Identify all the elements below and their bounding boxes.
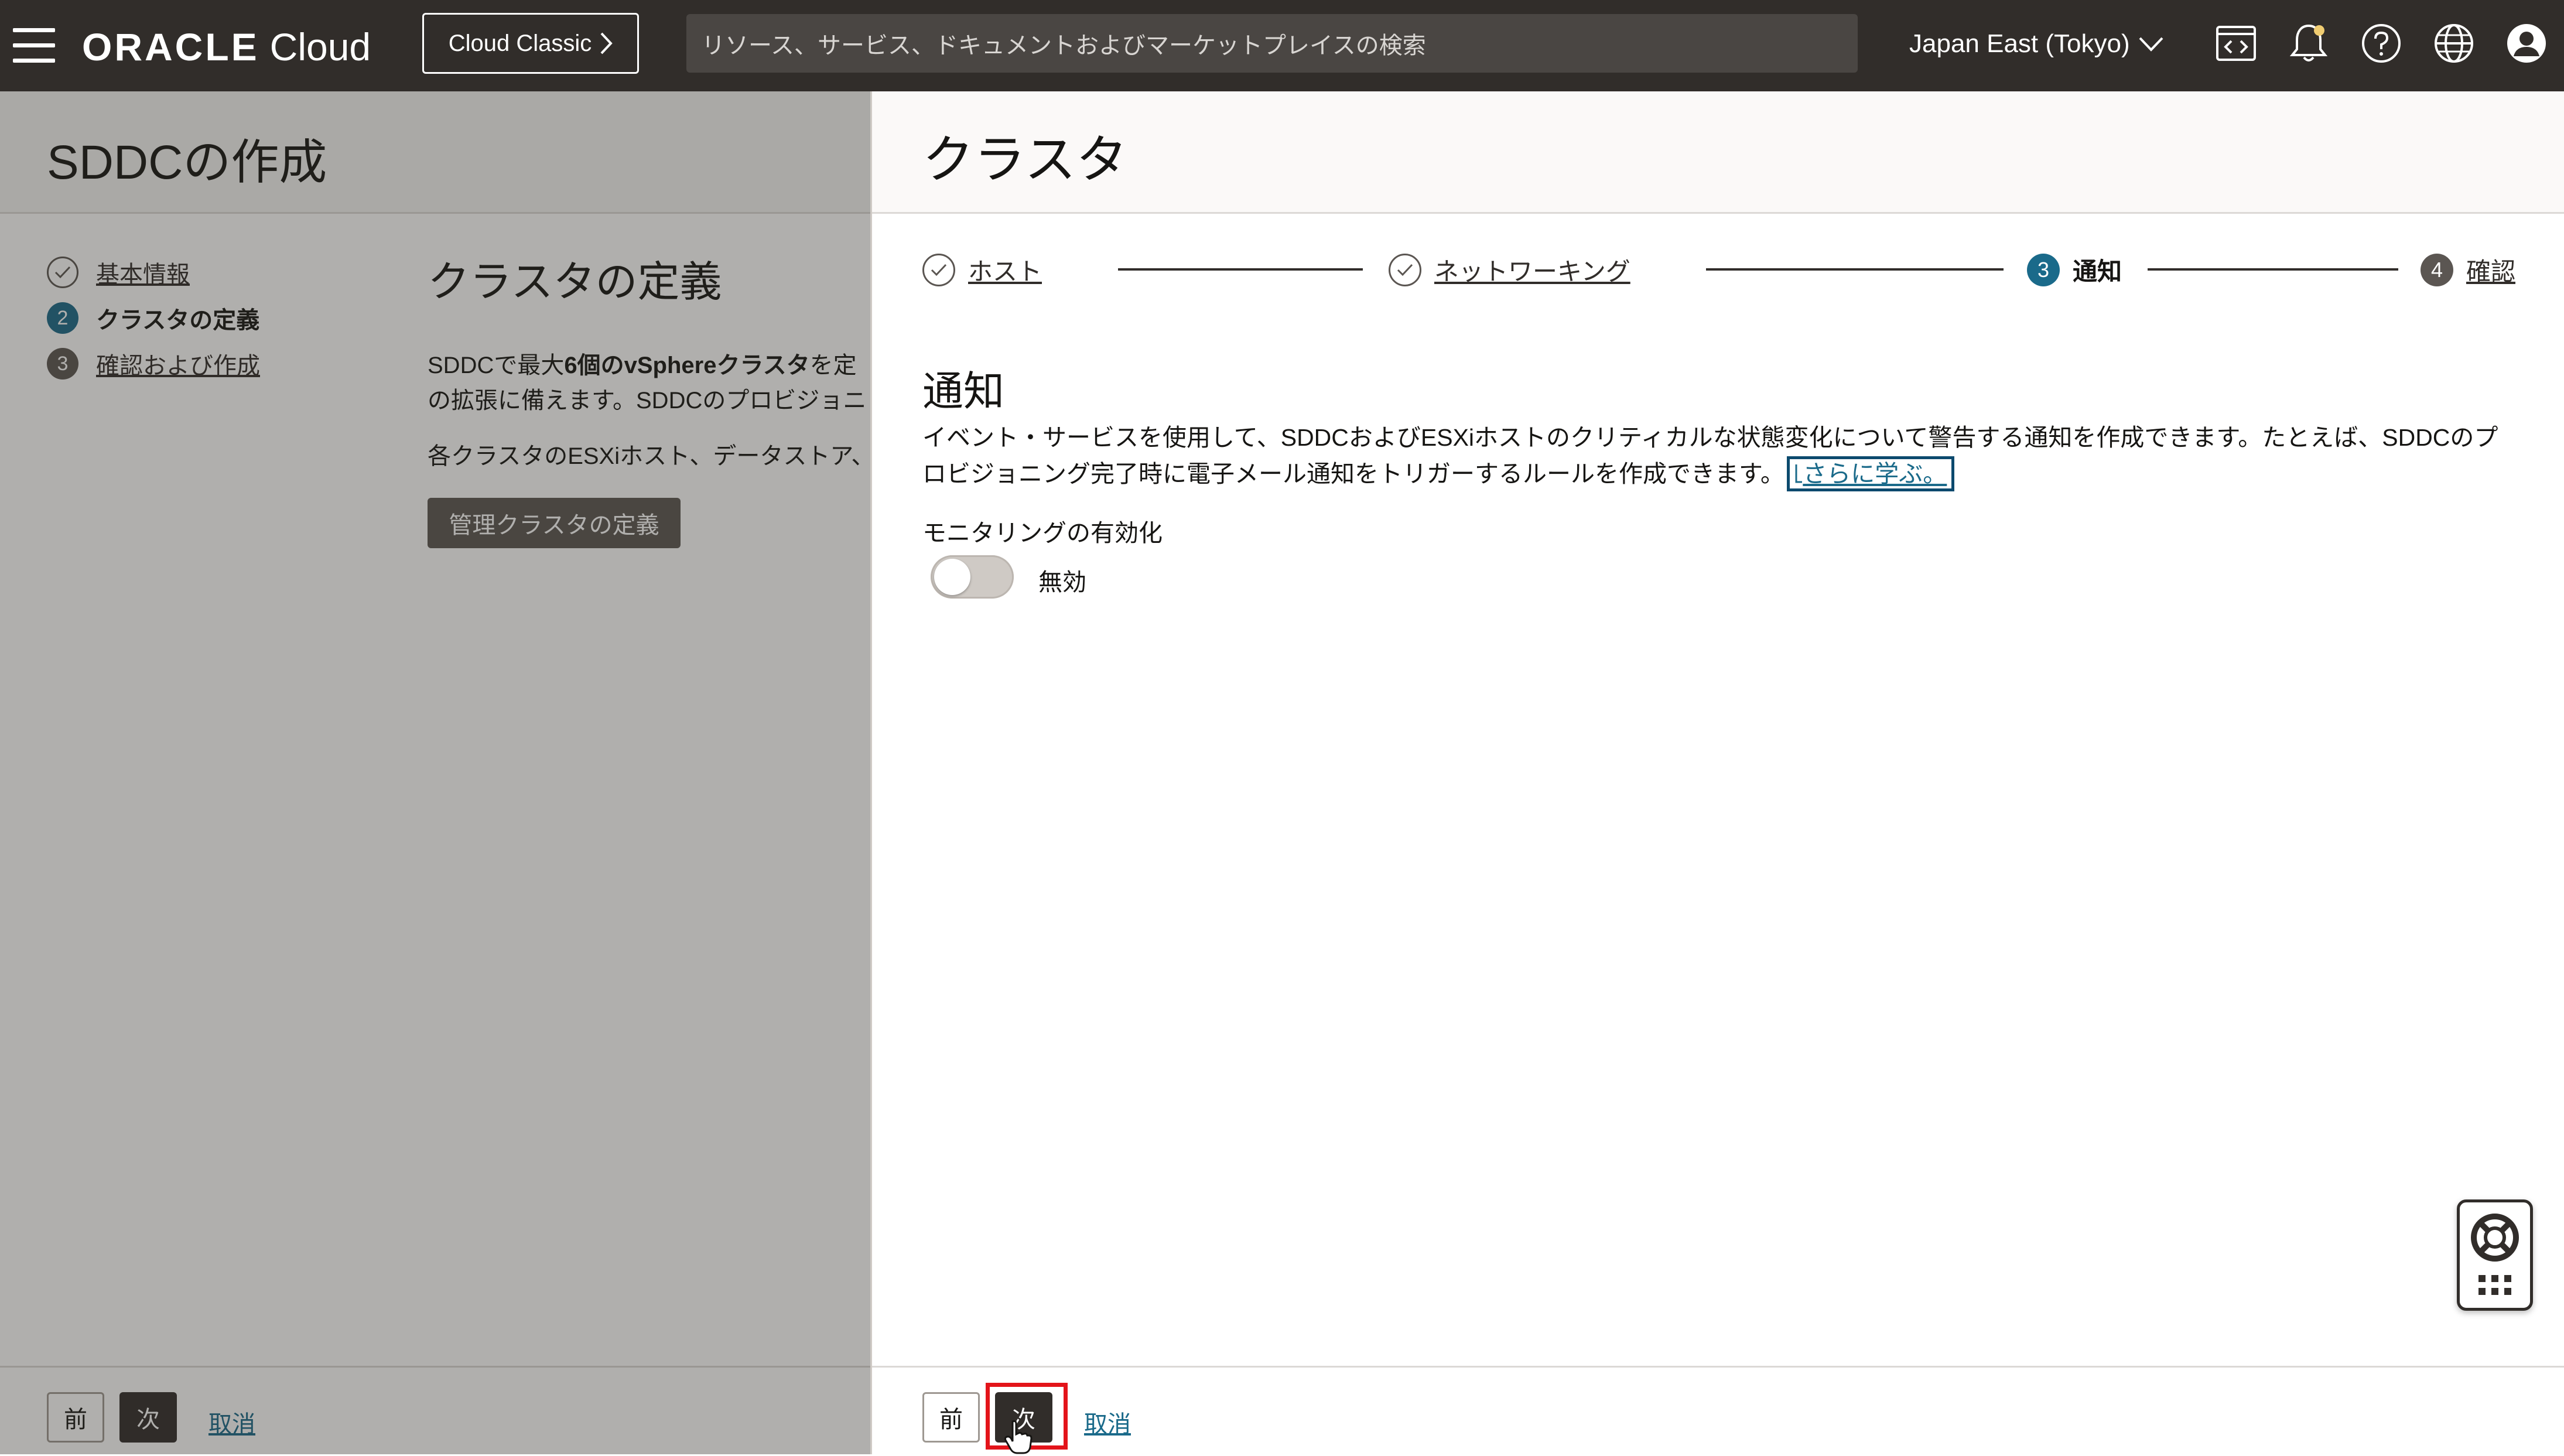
lifebuoy-icon [2471, 1214, 2519, 1295]
region-selector[interactable]: Japan East (Tokyo) [1909, 23, 2164, 64]
train-step-label[interactable]: 確認 [2466, 252, 2515, 288]
top-header: ORACLE Cloud Cloud Classic リソース、サービス、ドキュ… [0, 0, 2564, 91]
train-connector [2148, 268, 2398, 271]
learn-more-link[interactable]: さらに学ぶ。 [1787, 456, 1955, 491]
train-step-networking[interactable]: ネットワーキング [1389, 252, 1630, 288]
oracle-cloud-logo[interactable]: ORACLE Cloud [82, 23, 371, 70]
drawer-footer: 前 次 取消 [872, 1366, 2564, 1456]
description-text: イベント・サービスを使用して、SDDCおよびESXiホストのクリティカルな状態変… [922, 424, 2498, 487]
monitoring-toggle-state: 無効 [1038, 569, 1086, 596]
section-title: 通知 [922, 368, 1004, 414]
search-placeholder: リソース、サービス、ドキュメントおよびマーケットプレイスの検索 [702, 33, 1426, 59]
developer-tools-icon[interactable] [2214, 21, 2258, 66]
learn-more-label: さらに学ぶ。 [1803, 460, 1947, 487]
cloud-classic-label: Cloud Classic [448, 30, 592, 56]
cluster-drawer: クラスタ ホスト ネットワーキング 3 通知 4 確認 通知 イベント・サービス… [870, 91, 2564, 1456]
user-profile-icon[interactable] [2504, 21, 2549, 66]
train-connector [1118, 268, 1363, 271]
step-number: 4 [2421, 253, 2453, 286]
cancel-link[interactable]: 取消 [1084, 1405, 1131, 1439]
chevron-down-icon [2139, 37, 2163, 52]
drawer-step-train: ホスト ネットワーキング 3 通知 4 確認 [922, 245, 2515, 292]
checkmark-icon [922, 253, 955, 286]
previous-button[interactable]: 前 [922, 1392, 980, 1443]
search-input[interactable]: リソース、サービス、ドキュメントおよびマーケットプレイスの検索 [686, 14, 1858, 73]
notification-bell-icon[interactable] [2286, 21, 2331, 66]
monitoring-toggle[interactable] [931, 555, 1014, 599]
step-number: 3 [2027, 253, 2060, 286]
drawer-title-bar: クラスタ [872, 91, 2564, 214]
train-step-label[interactable]: ネットワーキング [1434, 252, 1630, 288]
logo-brand: ORACLE [82, 25, 259, 69]
help-icon[interactable] [2359, 21, 2404, 66]
menu-icon[interactable] [13, 28, 55, 63]
external-link-icon [1795, 464, 1803, 483]
train-step-notification: 3 通知 [2027, 252, 2122, 288]
section-description: イベント・サービスを使用して、SDDCおよびESXiホストのクリティカルな状態変… [922, 419, 2515, 492]
logo-product: Cloud [269, 25, 371, 69]
toggle-knob [934, 559, 970, 595]
cloud-classic-button[interactable]: Cloud Classic [422, 13, 639, 74]
modal-overlay [0, 91, 870, 1454]
train-step-host[interactable]: ホスト [922, 252, 1042, 288]
help-lifebuoy-widget[interactable] [2457, 1199, 2533, 1311]
hand-pointer-cursor-icon [1004, 1420, 1033, 1454]
train-step-label[interactable]: ホスト [968, 252, 1042, 288]
train-connector [1706, 268, 2004, 271]
chevron-right-icon [600, 32, 613, 54]
drawer-title: クラスタ [922, 131, 1128, 189]
language-globe-icon[interactable] [2432, 21, 2476, 66]
region-label: Japan East (Tokyo) [1909, 29, 2130, 58]
checkmark-icon [1389, 253, 1421, 286]
train-step-label: 通知 [2073, 258, 2122, 285]
train-step-review[interactable]: 4 確認 [2421, 252, 2515, 288]
monitoring-label: モニタリングの有効化 [922, 519, 1163, 546]
